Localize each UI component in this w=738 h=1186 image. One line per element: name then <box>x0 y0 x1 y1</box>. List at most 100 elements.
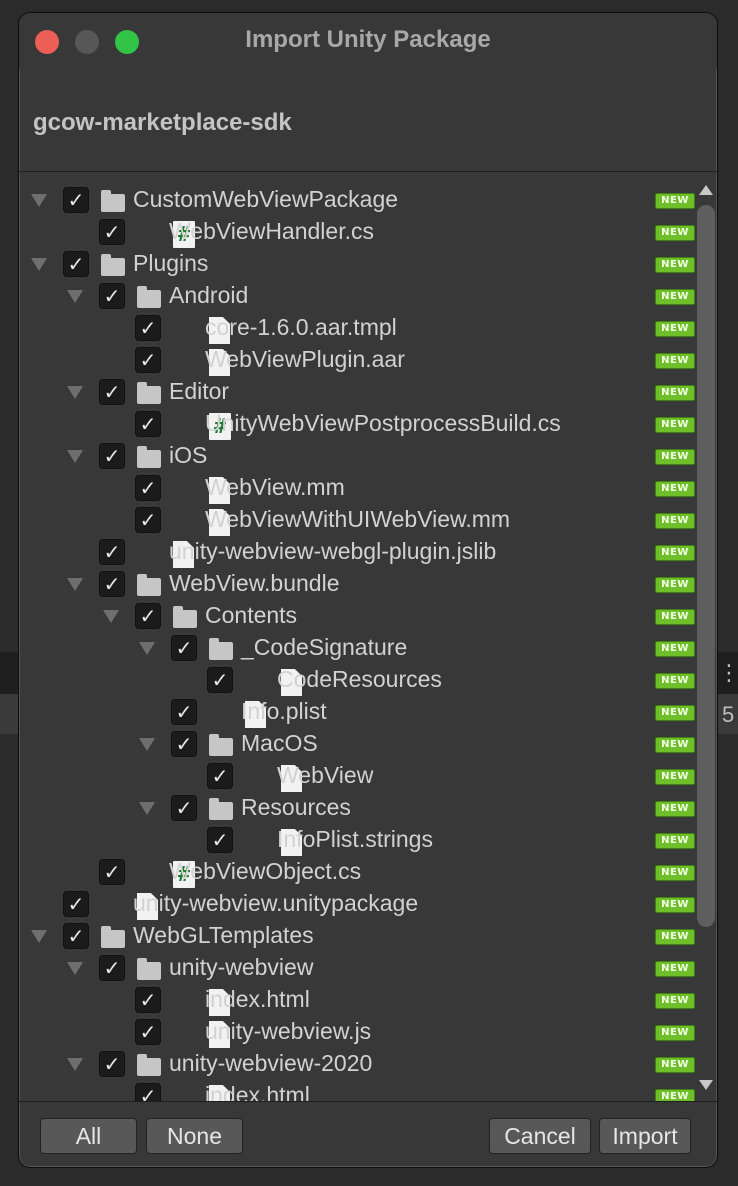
item-checkbox[interactable]: ✓ <box>171 795 197 821</box>
new-badge: NEW <box>655 577 695 593</box>
item-checkbox[interactable]: ✓ <box>63 251 89 277</box>
expand-arrow-icon[interactable] <box>67 450 83 463</box>
item-checkbox[interactable]: ✓ <box>207 827 233 853</box>
item-checkbox[interactable]: ✓ <box>135 411 161 437</box>
select-all-button[interactable]: All <box>40 1118 137 1154</box>
tree-row[interactable]: ✓ WebViewPlugin.aar NEW <box>19 345 695 377</box>
scrollbar-thumb[interactable] <box>697 205 715 927</box>
expand-arrow-icon[interactable] <box>139 802 155 815</box>
expand-arrow-icon[interactable] <box>67 386 83 399</box>
item-checkbox[interactable]: ✓ <box>99 443 125 469</box>
new-badge: NEW <box>655 897 695 913</box>
select-none-button[interactable]: None <box>146 1118 243 1154</box>
item-checkbox[interactable]: ✓ <box>63 187 89 213</box>
header-divider <box>19 171 717 172</box>
item-checkbox[interactable]: ✓ <box>207 763 233 789</box>
tree-row[interactable]: ✓ unity-webview NEW <box>19 953 695 985</box>
item-checkbox[interactable]: ✓ <box>207 667 233 693</box>
tree-item-label: Plugins <box>133 250 209 276</box>
tree-row[interactable]: ✓ MacOS NEW <box>19 729 695 761</box>
tree-item-label: index.html <box>205 1082 310 1101</box>
item-checkbox[interactable]: ✓ <box>171 635 197 661</box>
tree-row[interactable]: ✓ CodeResources NEW <box>19 665 695 697</box>
tree-row[interactable]: ✓ Editor NEW <box>19 377 695 409</box>
item-checkbox[interactable]: ✓ <box>135 507 161 533</box>
scroll-up-arrow-icon[interactable] <box>699 185 713 195</box>
tree-item-label: WebView <box>277 762 374 788</box>
tree-row[interactable]: ✓ WebView.bundle NEW <box>19 569 695 601</box>
folder-icon <box>209 798 233 820</box>
tree-row[interactable]: ✓ index.html NEW <box>19 985 695 1017</box>
tree-row[interactable]: ✓ Android NEW <box>19 281 695 313</box>
tree-row[interactable]: ✓ # WebViewHandler.cs NEW <box>19 217 695 249</box>
tree-row[interactable]: ✓ Resources NEW <box>19 793 695 825</box>
item-checkbox[interactable]: ✓ <box>99 955 125 981</box>
tree-row[interactable]: ✓ Plugins NEW <box>19 249 695 281</box>
item-checkbox[interactable]: ✓ <box>135 1019 161 1045</box>
expand-arrow-icon[interactable] <box>67 962 83 975</box>
tree-row[interactable]: ✓ # WebViewObject.cs NEW <box>19 857 695 889</box>
tree-row[interactable]: ✓ WebView NEW <box>19 761 695 793</box>
expand-arrow-icon[interactable] <box>31 930 47 943</box>
item-checkbox[interactable]: ✓ <box>135 347 161 373</box>
item-checkbox[interactable]: ✓ <box>135 475 161 501</box>
item-checkbox[interactable]: ✓ <box>63 923 89 949</box>
new-badge: NEW <box>655 641 695 657</box>
tree-row[interactable]: ✓ unity-webview.unitypackage NEW <box>19 889 695 921</box>
tree-row[interactable]: ✓ core-1.6.0.aar.tmpl NEW <box>19 313 695 345</box>
tree-row[interactable]: ✓ Info.plist NEW <box>19 697 695 729</box>
new-badge: NEW <box>655 961 695 977</box>
item-checkbox[interactable]: ✓ <box>99 859 125 885</box>
tree-row[interactable]: ✓ unity-webview.js NEW <box>19 1017 695 1049</box>
item-checkbox[interactable]: ✓ <box>99 1051 125 1077</box>
item-checkbox[interactable]: ✓ <box>99 571 125 597</box>
item-checkbox[interactable]: ✓ <box>171 731 197 757</box>
tree-row[interactable]: ✓ iOS NEW <box>19 441 695 473</box>
item-checkbox[interactable]: ✓ <box>99 219 125 245</box>
expand-arrow-icon[interactable] <box>139 738 155 751</box>
new-badge: NEW <box>655 1057 695 1073</box>
item-checkbox[interactable]: ✓ <box>135 987 161 1013</box>
asset-tree: ✓ CustomWebViewPackage NEW ✓ # WebViewHandler… <box>19 173 717 1101</box>
new-badge: NEW <box>655 865 695 881</box>
expand-arrow-icon[interactable] <box>103 610 119 623</box>
folder-icon <box>209 638 233 660</box>
tree-row[interactable]: ✓ Contents NEW <box>19 601 695 633</box>
expand-arrow-icon[interactable] <box>31 194 47 207</box>
tree-row[interactable]: ✓ CustomWebViewPackage NEW <box>19 185 695 217</box>
expand-arrow-icon[interactable] <box>67 1058 83 1071</box>
new-badge: NEW <box>655 1089 695 1101</box>
new-badge: NEW <box>655 545 695 561</box>
import-button[interactable]: Import <box>599 1118 691 1154</box>
expand-arrow-icon[interactable] <box>139 642 155 655</box>
item-checkbox[interactable]: ✓ <box>171 699 197 725</box>
new-badge: NEW <box>655 737 695 753</box>
scroll-down-arrow-icon[interactable] <box>699 1080 713 1090</box>
tree-row[interactable]: ✓ # UnityWebViewPostprocessBuild.cs NEW <box>19 409 695 441</box>
new-badge: NEW <box>655 1025 695 1041</box>
tree-item-label: WebViewHandler.cs <box>169 218 374 244</box>
cancel-button[interactable]: Cancel <box>489 1118 591 1154</box>
expand-arrow-icon[interactable] <box>31 258 47 271</box>
tree-row[interactable]: ✓ index.html NEW <box>19 1081 695 1101</box>
tree-row[interactable]: ✓ unity-webview-2020 NEW <box>19 1049 695 1081</box>
tree-row[interactable]: ✓ WebView.mm NEW <box>19 473 695 505</box>
item-checkbox[interactable]: ✓ <box>135 315 161 341</box>
tree-row[interactable]: ✓ unity-webview-webgl-plugin.jslib NEW <box>19 537 695 569</box>
item-checkbox[interactable]: ✓ <box>99 283 125 309</box>
new-badge: NEW <box>655 289 695 305</box>
expand-arrow-icon[interactable] <box>67 578 83 591</box>
expand-arrow-icon[interactable] <box>67 290 83 303</box>
tree-row[interactable]: ✓ WebViewWithUIWebView.mm NEW <box>19 505 695 537</box>
tree-row[interactable]: ✓ WebGLTemplates NEW <box>19 921 695 953</box>
tree-row[interactable]: ✓ InfoPlist.strings NEW <box>19 825 695 857</box>
tree-item-label: CodeResources <box>277 666 442 692</box>
item-checkbox[interactable]: ✓ <box>63 891 89 917</box>
item-checkbox[interactable]: ✓ <box>99 379 125 405</box>
item-checkbox[interactable]: ✓ <box>135 603 161 629</box>
item-checkbox[interactable]: ✓ <box>135 1083 161 1101</box>
new-badge: NEW <box>655 929 695 945</box>
item-checkbox[interactable]: ✓ <box>99 539 125 565</box>
new-badge: NEW <box>655 321 695 337</box>
tree-row[interactable]: ✓ _CodeSignature NEW <box>19 633 695 665</box>
